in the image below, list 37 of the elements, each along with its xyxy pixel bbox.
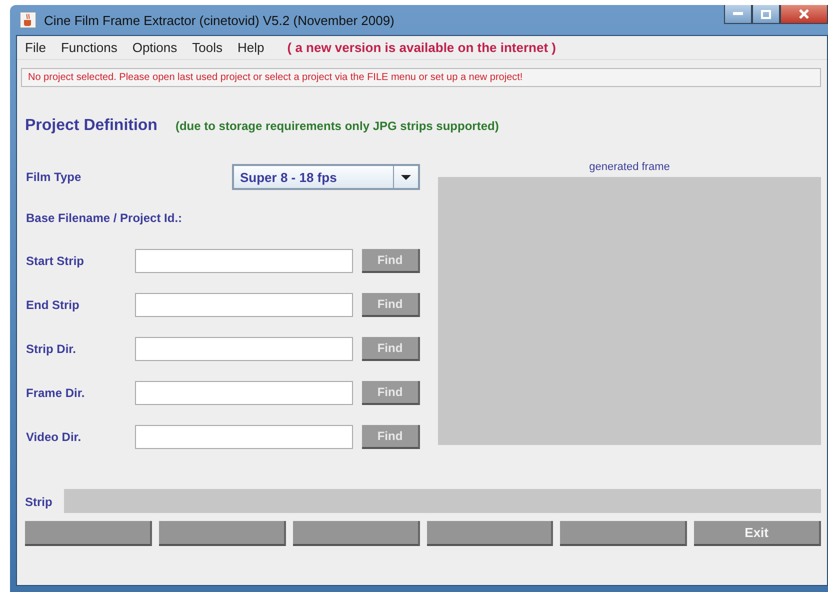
field-label: Base Filename / Project Id.: — [26, 211, 182, 225]
close-icon — [799, 9, 809, 19]
menu-item[interactable]: Options — [132, 40, 178, 55]
close-button[interactable] — [780, 5, 828, 24]
maximize-button[interactable] — [752, 5, 780, 24]
minimize-button[interactable] — [724, 5, 752, 24]
film-type-dropdown[interactable]: Super 8 - 18 fps — [232, 164, 420, 190]
field-label: Start Strip — [26, 254, 84, 268]
blank-button[interactable] — [292, 521, 420, 546]
heading-note: (due to storage requirements only JPG strips supported) — [175, 119, 499, 133]
status-message: No project selected. Please open last used project or select a project via the FILE menu or set up a new project! — [21, 68, 821, 87]
strip-label: Strip — [25, 495, 52, 509]
blank-button[interactable] — [560, 521, 688, 546]
maximize-icon — [761, 10, 771, 18]
blank-button[interactable] — [426, 521, 554, 546]
menu-item[interactable]: Help — [238, 40, 264, 55]
input-field[interactable] — [135, 249, 353, 273]
window-title: Cine Film Frame Extractor (cinetovid) V5.2 (November 2009) — [44, 12, 394, 28]
java-cup-icon — [20, 12, 36, 28]
blank-button[interactable] — [158, 521, 286, 546]
update-notice: ( a new version is available on the internet ) — [287, 40, 556, 55]
minimize-icon — [733, 12, 743, 16]
input-field[interactable] — [135, 381, 353, 405]
field-label: End Strip — [26, 298, 80, 312]
menu-item[interactable]: Functions — [60, 40, 118, 55]
field-label: Film Type — [26, 170, 82, 184]
field-label: Video Dir. — [26, 430, 82, 444]
field-label: Frame Dir. — [26, 386, 85, 400]
blank-button[interactable] — [25, 521, 152, 546]
input-field[interactable] — [135, 425, 353, 449]
field-label: Strip Dir. — [26, 342, 76, 356]
menu-item[interactable]: Tools — [192, 40, 222, 55]
preview-label: generated frame — [589, 160, 670, 175]
input-field[interactable] — [135, 337, 353, 361]
input-field[interactable] — [135, 293, 353, 317]
section-heading: Project Definition — [25, 117, 158, 135]
menu-item[interactable]: File — [25, 40, 46, 55]
